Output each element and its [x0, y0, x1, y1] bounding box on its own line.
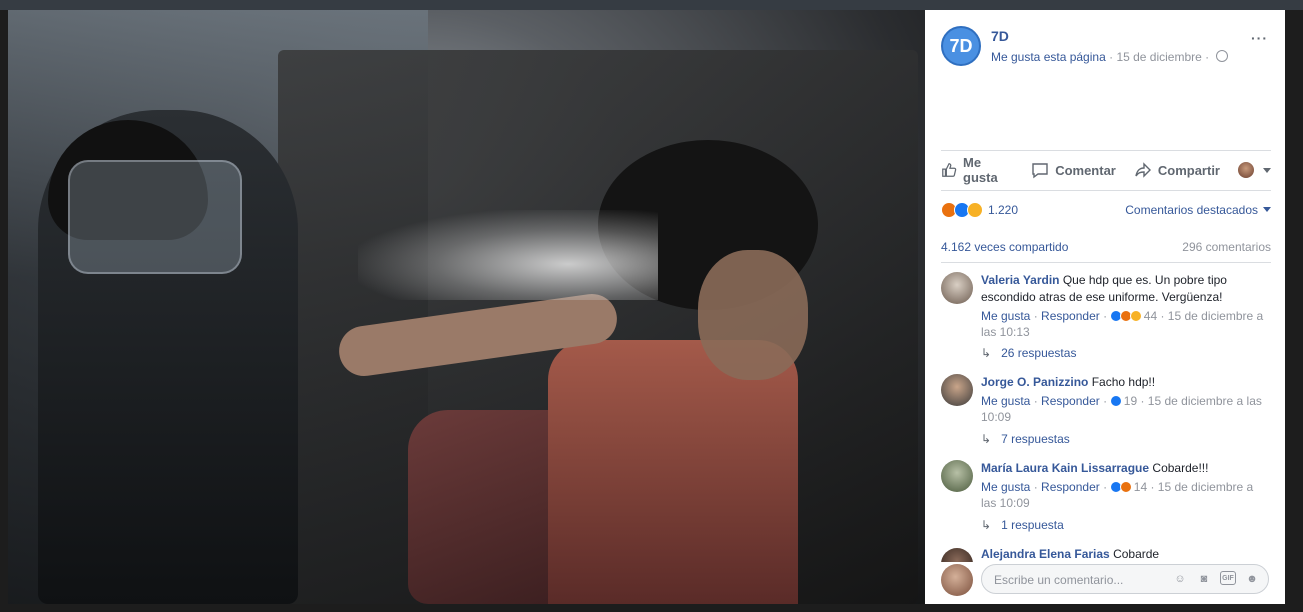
angry-reaction-icon — [1120, 481, 1133, 493]
comment-text: Facho hdp!! — [1091, 375, 1156, 389]
comment-body: Valeria Yardin Que hdp que es. Un pobre … — [981, 272, 1271, 340]
reaction-count-link[interactable]: 1.220 — [988, 203, 1018, 217]
reply-arrow-icon: ↳ — [981, 518, 992, 532]
comment-author-link[interactable]: Jorge O. Panizzino — [981, 375, 1088, 389]
divider — [941, 262, 1271, 263]
view-replies-link[interactable]: ↳ 1 respuesta — [981, 518, 1064, 532]
meta-separator: · — [1205, 50, 1210, 64]
like-button[interactable]: Me gusta — [941, 155, 1013, 185]
reactions-summary: 1.220 Comentarios destacados — [941, 200, 1271, 220]
share-button-label: Compartir — [1157, 162, 1220, 178]
page-name-link[interactable]: 7D — [991, 28, 1009, 44]
post-photo[interactable] — [8, 10, 925, 604]
comment-text: Cobarde — [1113, 548, 1160, 561]
comment-reaction-count[interactable]: 44 — [1144, 309, 1157, 323]
shares-count-link[interactable]: 4.162 veces compartido — [941, 240, 1068, 254]
comment-like-link[interactable]: Me gusta — [981, 480, 1030, 494]
like-reaction-icon — [1110, 395, 1123, 407]
comment-author-link[interactable]: María Laura Kain Lissarrague — [981, 461, 1149, 475]
dimmed-background-topbar — [0, 0, 1303, 10]
comment-like-link[interactable]: Me gusta — [981, 394, 1030, 408]
avatar[interactable] — [941, 460, 973, 492]
comment-input-placeholder: Escribe un comentario... — [994, 573, 1124, 587]
comment-item: Alejandra Elena Farias Cobarde — [941, 548, 1271, 562]
comment-reaction-count[interactable]: 19 — [1124, 394, 1137, 408]
comment-reply-link[interactable]: Responder — [1041, 480, 1100, 494]
view-replies-link[interactable]: ↳ 26 respuestas — [981, 346, 1076, 360]
speech-bubble-icon — [1032, 163, 1048, 179]
comment-sort-dropdown[interactable]: Comentarios destacados — [1125, 203, 1271, 217]
post-action-bar: Me gusta Comentar Compartir — [941, 155, 1271, 185]
replies-count: 26 respuestas — [1001, 346, 1077, 360]
replies-count: 7 respuestas — [1001, 432, 1070, 446]
meta-separator: · — [1109, 50, 1114, 64]
comment-body: Alejandra Elena Farias Cobarde — [981, 548, 1271, 562]
share-button[interactable]: Compartir — [1134, 161, 1220, 179]
comment-reply-link[interactable]: Responder — [1041, 394, 1100, 408]
photo-pepper-spray-mist — [358, 210, 658, 300]
viewer-avatar-icon — [1238, 162, 1254, 178]
comment-author-link[interactable]: Alejandra Elena Farias — [981, 548, 1110, 561]
more-options-button[interactable]: ··· — [1251, 30, 1268, 46]
sad-reaction-icon[interactable] — [967, 202, 983, 218]
avatar[interactable] — [941, 374, 973, 406]
photo-woman-face — [698, 250, 808, 380]
comments-count-link[interactable]: 296 comentarios — [1182, 240, 1271, 254]
view-replies-link[interactable]: ↳ 7 respuestas — [981, 432, 1070, 446]
composer-tools: ☺ ◙ GIF ☻ — [1172, 571, 1260, 587]
avatar[interactable] — [941, 272, 973, 304]
like-page-link[interactable]: Me gusta esta página — [991, 50, 1106, 64]
post-side-panel: 7D 7D Me gusta esta página · 15 de dicie… — [925, 10, 1285, 604]
thumbs-up-icon — [942, 163, 957, 177]
comment-reaction-count[interactable]: 14 — [1134, 480, 1147, 494]
comment-meta: Me gusta · Responder · 19 · 15 de diciem… — [981, 394, 1262, 424]
post-date-link[interactable]: 15 de diciembre — [1116, 50, 1201, 64]
like-button-label: Me gusta — [963, 155, 998, 185]
comment-button-label: Comentar — [1055, 162, 1116, 178]
smiley-icon[interactable]: ☺ — [1172, 571, 1188, 587]
photo-visor — [68, 160, 242, 274]
comment-text: Cobarde!!! — [1152, 461, 1209, 475]
divider — [941, 190, 1271, 191]
sad-reaction-icon — [1130, 310, 1143, 322]
gif-icon[interactable]: GIF — [1220, 571, 1236, 585]
post-meta: Me gusta esta página · 15 de diciembre · — [991, 50, 1228, 64]
comment-meta: Me gusta · Responder · 14 · 15 de diciem… — [981, 480, 1254, 510]
sticker-icon[interactable]: ☻ — [1244, 571, 1260, 587]
comment-body: María Laura Kain Lissarrague Cobarde!!! … — [981, 460, 1271, 511]
reply-arrow-icon: ↳ — [981, 432, 992, 446]
comment-like-link[interactable]: Me gusta — [981, 309, 1030, 323]
comment-meta: Me gusta · Responder · 44 · 15 de diciem… — [981, 309, 1264, 339]
page-avatar[interactable]: 7D — [941, 26, 981, 66]
post-stats: 4.162 veces compartido 296 comentarios — [941, 240, 1271, 254]
globe-icon — [1215, 50, 1228, 62]
comment-composer: Escribe un comentario... ☺ ◙ GIF ☻ — [941, 562, 1271, 598]
replies-count: 1 respuesta — [1001, 518, 1064, 532]
reply-arrow-icon: ↳ — [981, 346, 992, 360]
chevron-down-icon — [1263, 207, 1271, 212]
reaction-audience-selector[interactable] — [1238, 162, 1271, 178]
share-arrow-icon — [1135, 162, 1151, 178]
comment-body: Jorge O. Panizzino Facho hdp!! Me gusta … — [981, 374, 1271, 425]
comment-sort-label: Comentarios destacados — [1125, 203, 1258, 217]
comment-button[interactable]: Comentar — [1031, 161, 1116, 179]
comment-input[interactable]: Escribe un comentario... ☺ ◙ GIF ☻ — [981, 564, 1269, 594]
comment-reply-link[interactable]: Responder — [1041, 309, 1100, 323]
avatar[interactable] — [941, 548, 973, 562]
chevron-down-icon — [1263, 167, 1271, 173]
camera-icon[interactable]: ◙ — [1196, 571, 1212, 587]
divider — [941, 150, 1271, 151]
current-user-avatar — [941, 564, 973, 596]
comment-author-link[interactable]: Valeria Yardin — [981, 273, 1060, 287]
